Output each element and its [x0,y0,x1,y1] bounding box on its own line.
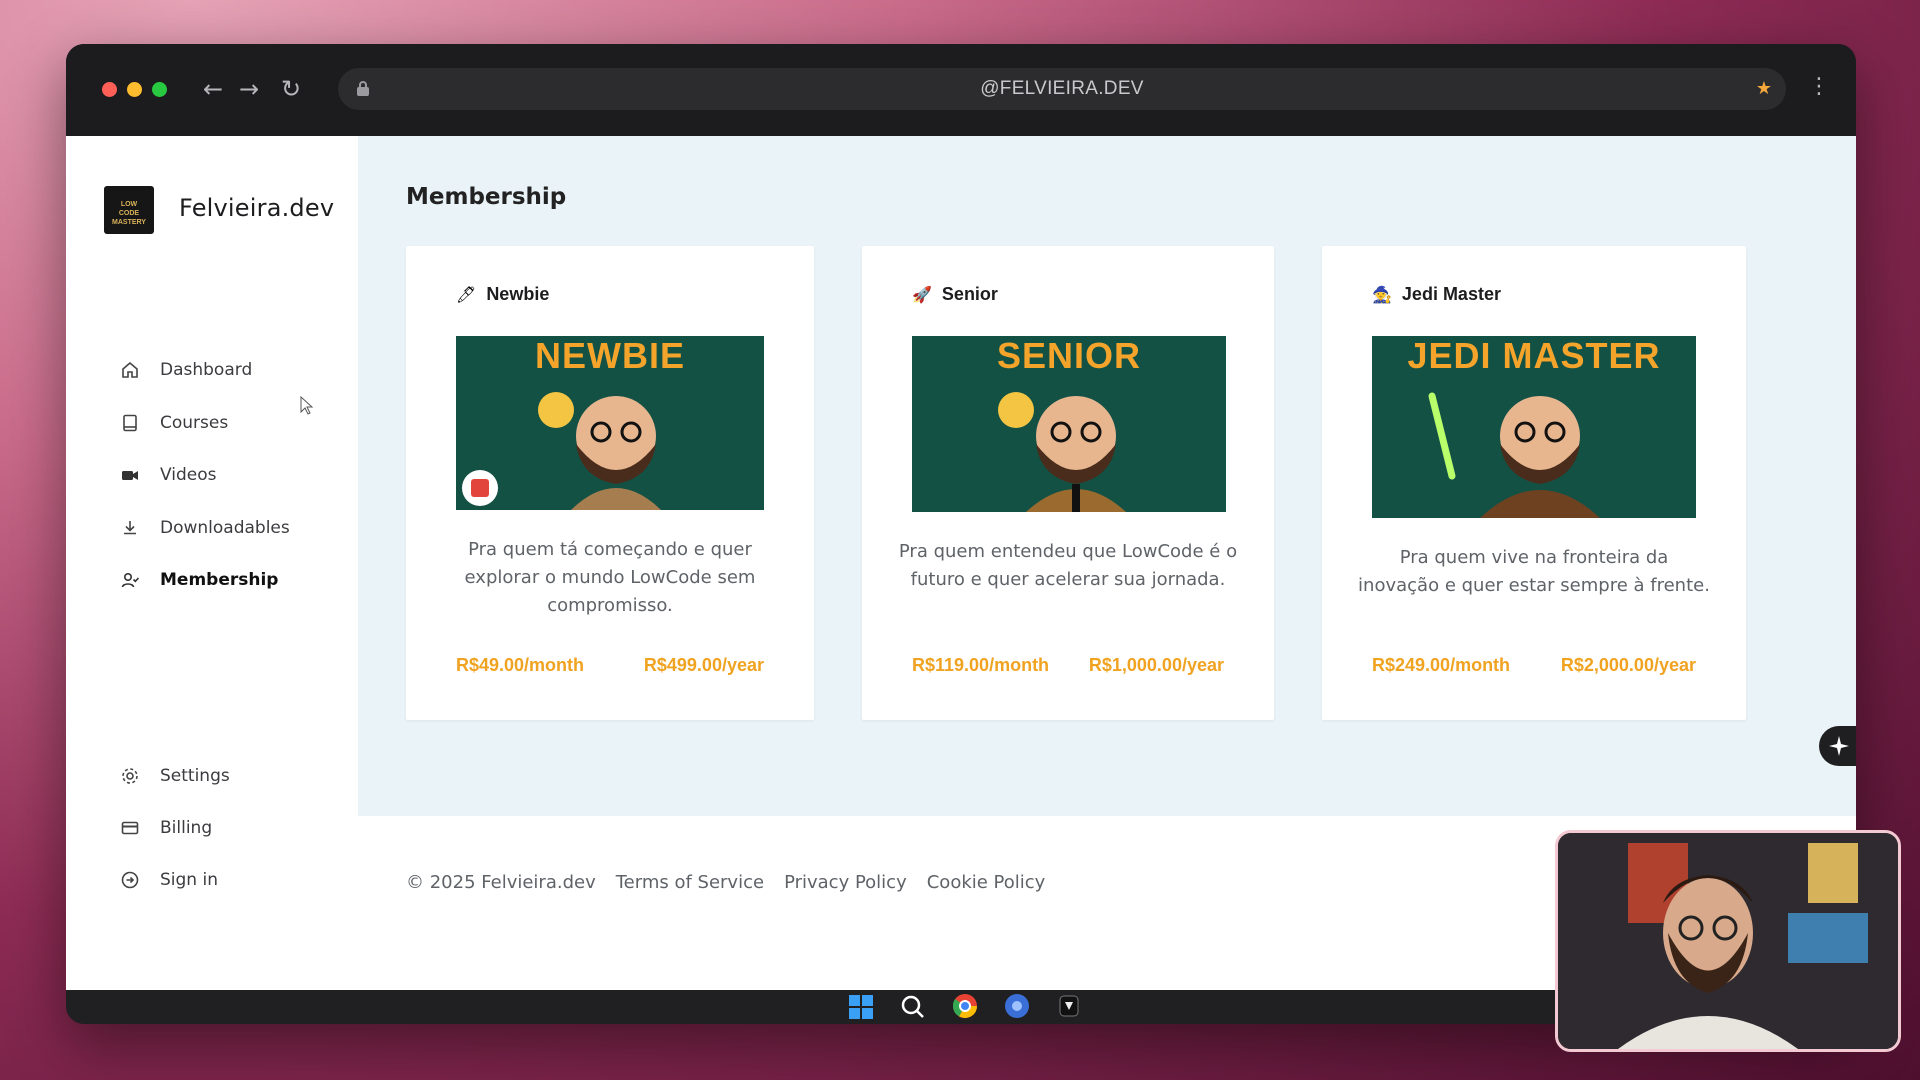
sidebar-item-dashboard[interactable]: Dashboard [120,352,340,388]
sidebar: LOW CODE MASTERY Felvieira.dev Dashboard… [66,136,358,990]
book-icon [123,414,137,432]
price-yearly[interactable]: R$1,000.00/year [1089,655,1224,676]
home-icon [122,361,138,378]
plan-image: NEWBIE [456,336,764,510]
credit-card-icon [121,821,139,835]
sidebar-item-settings[interactable]: Settings [120,758,340,794]
character-illustration [1428,392,1600,518]
plan-description: Pra quem vive na fronteira da inovação e… [1358,547,1710,596]
page-footer: © 2025 Felvieira.dev Terms of Service Pr… [406,872,1065,893]
chrome-icon[interactable] [948,992,982,1022]
ai-assistant-button[interactable] [1819,726,1856,766]
plan-prices: R$119.00/month R$1,000.00/year [912,655,1224,676]
sidebar-item-label: Settings [160,766,230,786]
browser-toolbar: ← → ↻ @FELVIEIRA.DEV ★ ⋮ [66,44,1856,136]
sidebar-item-label: Sign in [160,870,218,890]
plan-description: Pra quem entendeu que LowCode é o futuro… [898,541,1238,590]
plan-card-header: 🚀 Senior [912,284,998,305]
cookie-link[interactable]: Cookie Policy [927,872,1046,893]
address-bar[interactable]: @FELVIEIRA.DEV ★ [338,68,1786,110]
plan-card-header: 🧙 Jedi Master [1372,284,1501,305]
copyright-text: © 2025 Felvieira.dev [406,872,596,893]
sidebar-item-label: Billing [160,818,213,838]
more-vertical-icon[interactable]: ⋮ [1808,74,1830,99]
gear-icon [122,768,138,784]
plan-description: Pra quem tá começando e quer explorar o … [464,539,756,616]
rocket-icon: 🚀 [912,285,932,304]
sign-in-icon [121,871,139,889]
pencil-icon: 🖊 [456,285,477,304]
video-icon [122,471,138,480]
plan-name: Newbie [486,284,550,304]
mouse-cursor-icon [300,396,314,415]
minimize-window-button[interactable] [127,82,142,97]
plan-card-newbie[interactable]: 🖊 Newbie NEWBIE Pra quem tá começando e … [406,246,814,720]
character-illustration [462,392,661,510]
url-text: @FELVIEIRA.DEV [980,78,1144,99]
forward-arrow-icon[interactable]: → [232,72,266,106]
brand-logo: LOW CODE MASTERY [104,186,154,234]
price-yearly[interactable]: R$499.00/year [644,655,764,676]
sidebar-item-membership[interactable]: Membership [120,562,340,598]
sidebar-item-sign-in[interactable]: Sign in [120,862,340,898]
search-icon[interactable] [896,992,930,1022]
plan-name: Jedi Master [1401,284,1501,304]
logo-text: LOW CODE MASTERY [112,201,146,226]
sidebar-item-label: Membership [160,570,279,590]
plan-prices: R$49.00/month R$499.00/year [456,655,764,676]
bookmark-star-icon[interactable]: ★ [1756,76,1772,102]
user-check-icon [121,572,140,588]
webcam-person-image [1558,833,1898,1049]
price-monthly[interactable]: R$249.00/month [1372,655,1510,676]
sidebar-item-label: Dashboard [160,360,253,380]
plan-name: Senior [941,284,998,304]
maximize-window-button[interactable] [152,82,167,97]
plan-image: JEDI MASTER [1372,336,1696,518]
download-icon [124,521,136,535]
back-arrow-icon[interactable]: ← [196,72,230,106]
sidebar-item-videos[interactable]: Videos [120,457,340,493]
main-content: Membership 🖊 Newbie NEWBIE Pra quem tá c… [358,136,1856,816]
app-icon[interactable] [1052,992,1086,1022]
sidebar-item-label: Downloadables [160,518,290,538]
plan-card-jedi-master[interactable]: 🧙 Jedi Master JEDI MASTER Pra quem vive … [1322,246,1746,720]
price-monthly[interactable]: R$119.00/month [912,655,1049,676]
brand-name: Felvieira.dev [179,194,335,222]
sparkle-icon [1829,736,1849,756]
privacy-link[interactable]: Privacy Policy [784,872,907,893]
price-monthly[interactable]: R$49.00/month [456,655,584,676]
plan-card-header: 🖊 Newbie [456,284,549,305]
reload-icon[interactable]: ↻ [274,72,308,106]
price-yearly[interactable]: R$2,000.00/year [1561,655,1696,676]
page-title: Membership [406,184,567,210]
windows-start-icon[interactable] [844,992,878,1022]
plan-prices: R$249.00/month R$2,000.00/year [1372,655,1696,676]
webcam-overlay [1555,830,1901,1052]
plan-image: SENIOR [912,336,1226,512]
plan-card-senior[interactable]: 🚀 Senior SENIOR Pra quem entendeu que Lo… [862,246,1274,720]
sidebar-item-label: Courses [160,413,229,433]
sidebar-item-billing[interactable]: Billing [120,810,340,846]
sidebar-item-downloadables[interactable]: Downloadables [120,510,340,546]
character-illustration [998,392,1126,512]
close-window-button[interactable] [102,82,117,97]
terms-link[interactable]: Terms of Service [616,872,764,893]
wizard-icon: 🧙 [1372,285,1392,304]
browser-app-icon[interactable] [1000,992,1034,1022]
sidebar-item-label: Videos [160,465,217,485]
